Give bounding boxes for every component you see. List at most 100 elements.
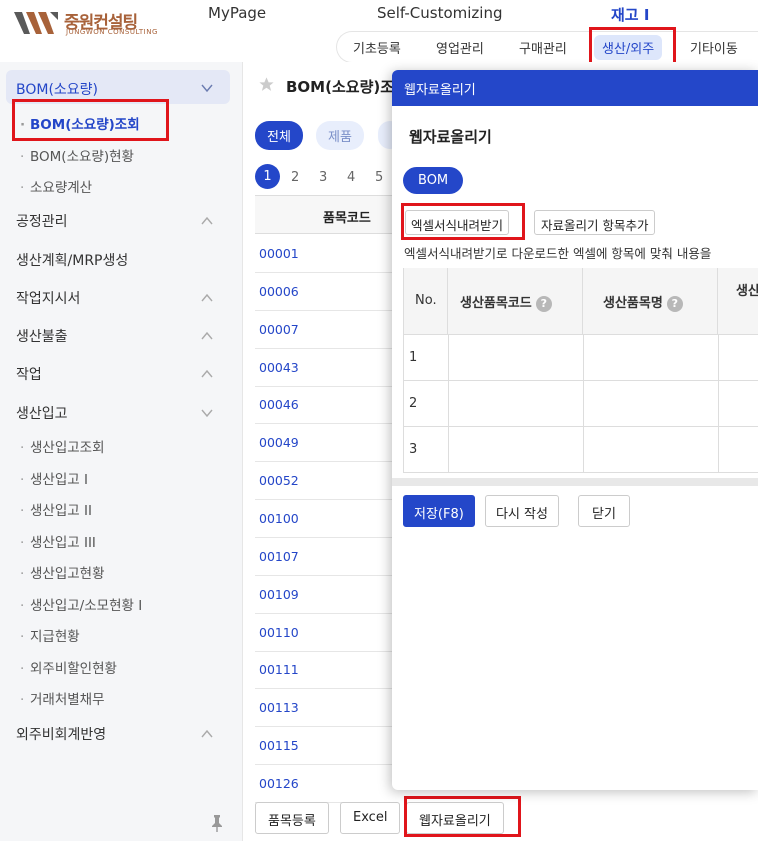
table-row[interactable]: 00111 xyxy=(255,651,395,690)
table-row[interactable]: 00100 xyxy=(255,500,395,538)
sidebar-item-receipt-2[interactable]: · 생산입고 II xyxy=(20,499,92,519)
company-logo[interactable]: 중원컨설팅 JUNGWON CONSULTING xyxy=(14,6,157,40)
sidebar-item-supply-status[interactable]: · 지급현황 xyxy=(20,625,80,645)
sidebar-item-requirement-calc[interactable]: · 소요량계산 xyxy=(20,176,92,196)
close-button[interactable]: 닫기 xyxy=(578,495,630,527)
item-code-link[interactable]: 00006 xyxy=(259,284,299,299)
filter-product-button[interactable]: 제품 xyxy=(316,121,364,150)
self-customizing-link[interactable]: Self-Customizing xyxy=(377,4,503,22)
item-code-link[interactable]: 00001 xyxy=(259,246,299,261)
favorite-star-icon[interactable] xyxy=(258,76,275,93)
mypage-link[interactable]: MyPage xyxy=(208,4,266,22)
table-row[interactable]: 00043 xyxy=(255,349,395,387)
highlight-excel-template-download xyxy=(401,203,525,240)
page-4-button[interactable]: 4 xyxy=(347,170,355,185)
web-upload-modal: 웹자료올리기 웹자료올리기 BOM 엑셀서식내려받기 자료올리기 항목추가 엑셀… xyxy=(392,70,758,790)
row-number: 2 xyxy=(409,396,418,411)
table-row[interactable]: 00052 xyxy=(255,462,395,501)
item-code-link[interactable]: 00115 xyxy=(259,738,299,753)
product-code-cell[interactable] xyxy=(449,381,583,427)
company-name[interactable]: 재고 I xyxy=(611,4,649,25)
sidebar-item-receipt-status[interactable]: · 생산입고현황 xyxy=(20,562,105,582)
column-header-item-code[interactable]: 품목코드 xyxy=(323,207,371,226)
tab-sales[interactable]: 영업관리 xyxy=(436,38,484,57)
table-row[interactable]: 00126 xyxy=(255,765,395,803)
table-row[interactable]: 00006 xyxy=(255,273,395,311)
product-name-cell[interactable] xyxy=(584,335,718,381)
page-1-button[interactable]: 1 xyxy=(255,164,280,189)
pin-icon[interactable] xyxy=(209,814,225,832)
item-code-link[interactable]: 00046 xyxy=(259,397,299,412)
row-number: 3 xyxy=(409,442,418,457)
sidebar-group-work-order[interactable]: 작업지시서 xyxy=(16,288,80,308)
sidebar-item-receipt-1[interactable]: · 생산입고 I xyxy=(20,468,88,488)
tab-other-movement[interactable]: 기타이동 xyxy=(690,38,738,57)
bom-chip[interactable]: BOM xyxy=(403,167,464,194)
item-code-link[interactable]: 00109 xyxy=(259,587,299,602)
table-row[interactable]: 00046 xyxy=(255,386,395,425)
item-code-link[interactable]: 00110 xyxy=(259,625,299,640)
item-code-link[interactable]: 00052 xyxy=(259,473,299,488)
chevron-up-icon[interactable] xyxy=(200,329,214,343)
horizontal-scrollbar[interactable] xyxy=(392,478,758,486)
sidebar-item-receipt-3[interactable]: · 생산입고 III xyxy=(20,531,96,551)
chevron-up-icon[interactable] xyxy=(200,291,214,305)
sidebar-item-receipt-consumption[interactable]: · 생산입고/소모현황 I xyxy=(20,594,142,614)
sidebar-group-production-issue[interactable]: 생산불출 xyxy=(16,326,68,346)
page-title: BOM(소요량)조 xyxy=(286,78,395,96)
sidebar-item-outsourcing-discount[interactable]: · 외주비할인현황 xyxy=(20,657,117,677)
page-5-button[interactable]: 5 xyxy=(375,170,383,185)
page-2-button[interactable]: 2 xyxy=(291,170,299,185)
sidebar: BOM(소요량) · BOM(소요량)조회 · BOM(소요량)현황 · 소요량계산 … xyxy=(0,62,243,841)
help-icon[interactable]: ? xyxy=(535,295,552,312)
help-icon[interactable]: ? xyxy=(666,295,683,312)
chevron-up-icon[interactable] xyxy=(200,214,214,228)
table-row[interactable]: 00110 xyxy=(255,614,395,652)
sidebar-item-vendor-debt[interactable]: · 거래처별채무 xyxy=(20,688,105,708)
item-code-link[interactable]: 00113 xyxy=(259,700,299,715)
item-register-button[interactable]: 품목등록 xyxy=(255,802,329,834)
table-row[interactable]: 00115 xyxy=(255,727,395,766)
grid-header: 품목코드 xyxy=(255,195,395,234)
sidebar-item-bom-status[interactable]: · BOM(소요량)현황 xyxy=(20,145,134,165)
item-code-link[interactable]: 00043 xyxy=(259,360,299,375)
table-row[interactable]: 00001 xyxy=(255,235,395,273)
filter-all-button[interactable]: 전체 xyxy=(255,121,303,150)
table-row[interactable]: 00107 xyxy=(255,538,395,576)
product-code-cell[interactable] xyxy=(449,335,583,381)
sidebar-item-receipt-query[interactable]: · 생산입고조회 xyxy=(20,436,105,456)
product-code-cell[interactable] xyxy=(449,427,583,473)
table-row[interactable]: 00049 xyxy=(255,424,395,463)
item-code-link[interactable]: 00111 xyxy=(259,662,299,677)
add-upload-field-button[interactable]: 자료올리기 항목추가 xyxy=(534,210,656,235)
sidebar-group-bom[interactable]: BOM(소요량) xyxy=(16,79,98,99)
chevron-down-icon[interactable] xyxy=(200,81,214,95)
table-row[interactable]: 00007 xyxy=(255,311,395,349)
rewrite-button[interactable]: 다시 작성 xyxy=(485,495,559,527)
table-row[interactable]: 00113 xyxy=(255,689,395,728)
sidebar-group-mrp[interactable]: 생산계획/MRP생성 xyxy=(16,250,128,270)
item-code-link[interactable]: 00100 xyxy=(259,511,299,526)
product-name-cell[interactable] xyxy=(584,381,718,427)
item-code-link[interactable]: 00007 xyxy=(259,322,299,337)
tab-purchase[interactable]: 구매관리 xyxy=(519,38,567,57)
sidebar-group-outsourcing-accounting[interactable]: 외주비회계반영 xyxy=(16,724,106,744)
item-code-link[interactable]: 00107 xyxy=(259,549,299,564)
sidebar-group-process[interactable]: 공정관리 xyxy=(16,211,68,231)
modal-heading: 웹자료올리기 xyxy=(409,128,492,146)
tab-basic-registration[interactable]: 기초등록 xyxy=(353,38,401,57)
sidebar-group-production-receipt[interactable]: 생산입고 xyxy=(16,403,68,423)
table-row[interactable]: 00109 xyxy=(255,576,395,614)
chevron-down-icon[interactable] xyxy=(200,406,214,420)
chevron-up-icon[interactable] xyxy=(200,367,214,381)
item-code-link[interactable]: 00049 xyxy=(259,435,299,450)
product-name-cell[interactable] xyxy=(584,427,718,473)
item-code-link[interactable]: 00126 xyxy=(259,776,299,791)
page-3-button[interactable]: 3 xyxy=(319,170,327,185)
save-button[interactable]: 저장(F8) xyxy=(403,495,475,527)
module-tab-bar: 기초등록 영업관리 구매관리 생산/외주 기타이동 xyxy=(336,31,758,63)
sidebar-group-work[interactable]: 작업 xyxy=(16,364,42,384)
chevron-up-icon[interactable] xyxy=(200,727,214,741)
excel-button[interactable]: Excel xyxy=(340,802,401,834)
cell-divider xyxy=(718,335,719,381)
